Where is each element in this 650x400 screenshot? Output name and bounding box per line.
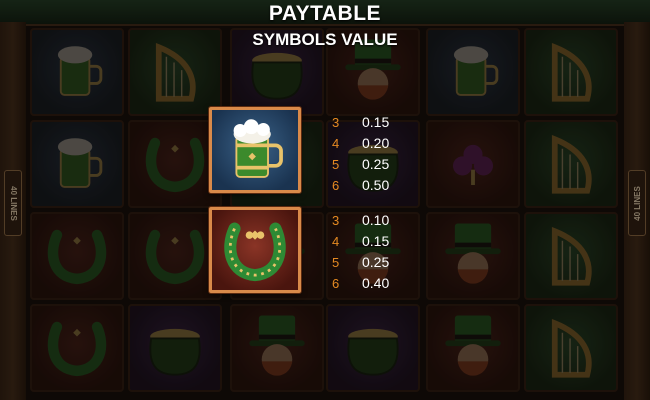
paytable-values-horseshoe: 3 0.10 4 0.15 5 0.25 6 0.40 xyxy=(332,211,422,295)
payout-value: 0.15 xyxy=(362,233,390,249)
paytable-overlay xyxy=(0,0,650,400)
symbol-count: 6 xyxy=(332,276,340,291)
symbol-count: 3 xyxy=(332,213,340,228)
paytable-row: 4 0.15 xyxy=(332,232,422,253)
payout-value: 0.10 xyxy=(362,212,390,228)
horseshoe-icon xyxy=(224,222,286,282)
payout-value: 0.40 xyxy=(362,275,390,291)
symbol-count: 4 xyxy=(332,234,340,249)
mug-icon xyxy=(233,119,283,178)
page-subtitle: SYMBOLS VALUE xyxy=(252,30,398,49)
symbol-count: 3 xyxy=(332,115,340,130)
paytable-row: 3 0.15 xyxy=(332,113,422,134)
payout-value: 0.25 xyxy=(362,254,390,270)
payout-value: 0.25 xyxy=(362,156,390,172)
symbol-count: 4 xyxy=(332,136,340,151)
symbol-count: 6 xyxy=(332,178,340,193)
page-title: PAYTABLE xyxy=(268,2,382,25)
payout-value: 0.20 xyxy=(362,135,390,151)
paytable-row: 6 0.50 xyxy=(332,176,422,197)
payout-value: 0.15 xyxy=(362,114,390,130)
paytable-row: 4 0.20 xyxy=(332,134,422,155)
paytable-row: 3 0.10 xyxy=(332,211,422,232)
paytable-row: 6 0.40 xyxy=(332,274,422,295)
paytable-symbol-horseshoe xyxy=(209,207,301,293)
paytable-values-mug: 3 0.15 4 0.20 5 0.25 6 0.50 xyxy=(332,113,422,197)
paytable-row: 5 0.25 xyxy=(332,253,422,274)
symbol-count: 5 xyxy=(332,157,340,172)
game-stage: 40 LINES 40 LINES PAYTABLE SYMBOLS VALUE… xyxy=(0,0,650,400)
paytable-row: 5 0.25 xyxy=(332,155,422,176)
payout-value: 0.50 xyxy=(362,177,390,193)
paytable-symbol-mug xyxy=(209,107,301,193)
symbol-count: 5 xyxy=(332,255,340,270)
